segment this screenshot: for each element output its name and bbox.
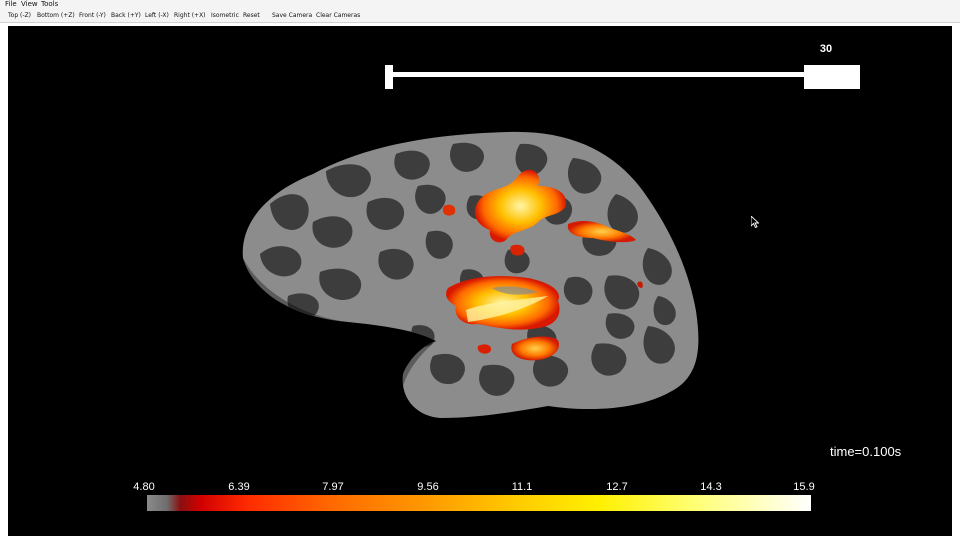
colorbar-tick-label: 6.39 xyxy=(228,481,250,493)
toolbar: Top (-Z) Bottom (+Z) Front (-Y) Back (+Y… xyxy=(0,9,960,23)
top-view-button[interactable]: Top (-Z) xyxy=(8,9,31,23)
time-slider-left-cap[interactable] xyxy=(385,65,393,89)
time-slider-handle[interactable] xyxy=(804,65,860,89)
colorbar-tick-label: 4.80 xyxy=(133,481,155,493)
menu-tools[interactable]: Tools xyxy=(41,0,58,9)
mouse-cursor-icon xyxy=(751,216,759,228)
time-slider-value: 30 xyxy=(819,43,833,55)
clear-cameras-button[interactable]: Clear Cameras xyxy=(316,9,360,23)
reset-button[interactable]: Reset xyxy=(243,9,260,23)
right-view-button[interactable]: Right (+X) xyxy=(174,9,206,23)
colorbar-tick-label: 11.1 xyxy=(511,481,533,493)
back-view-button[interactable]: Back (+Y) xyxy=(111,9,141,23)
menu-view[interactable]: View xyxy=(21,0,38,9)
render-viewport[interactable]: 30 time=0.100s 4.80 6.39 7.97 9.56 11.1 … xyxy=(8,26,952,536)
menu-file[interactable]: File xyxy=(5,0,17,9)
front-view-button[interactable]: Front (-Y) xyxy=(79,9,106,23)
colorbar-tick-label: 14.3 xyxy=(700,481,722,493)
bottom-view-button[interactable]: Bottom (+Z) xyxy=(37,9,75,23)
colorbar-tick-label: 12.7 xyxy=(606,481,628,493)
menu-bar: File View Tools xyxy=(0,0,960,9)
colorbar-tick-label: 15.9 xyxy=(793,481,815,493)
brain-surface[interactable] xyxy=(8,26,952,536)
colorbar xyxy=(147,495,811,511)
time-label: time=0.100s xyxy=(830,444,902,459)
time-slider-track[interactable] xyxy=(388,72,808,77)
left-view-button[interactable]: Left (-X) xyxy=(145,9,169,23)
colorbar-tick-label: 9.56 xyxy=(417,481,439,493)
isometric-view-button[interactable]: Isometric xyxy=(211,9,239,23)
save-camera-button[interactable]: Save Camera xyxy=(272,9,312,23)
colorbar-tick-label: 7.97 xyxy=(322,481,344,493)
